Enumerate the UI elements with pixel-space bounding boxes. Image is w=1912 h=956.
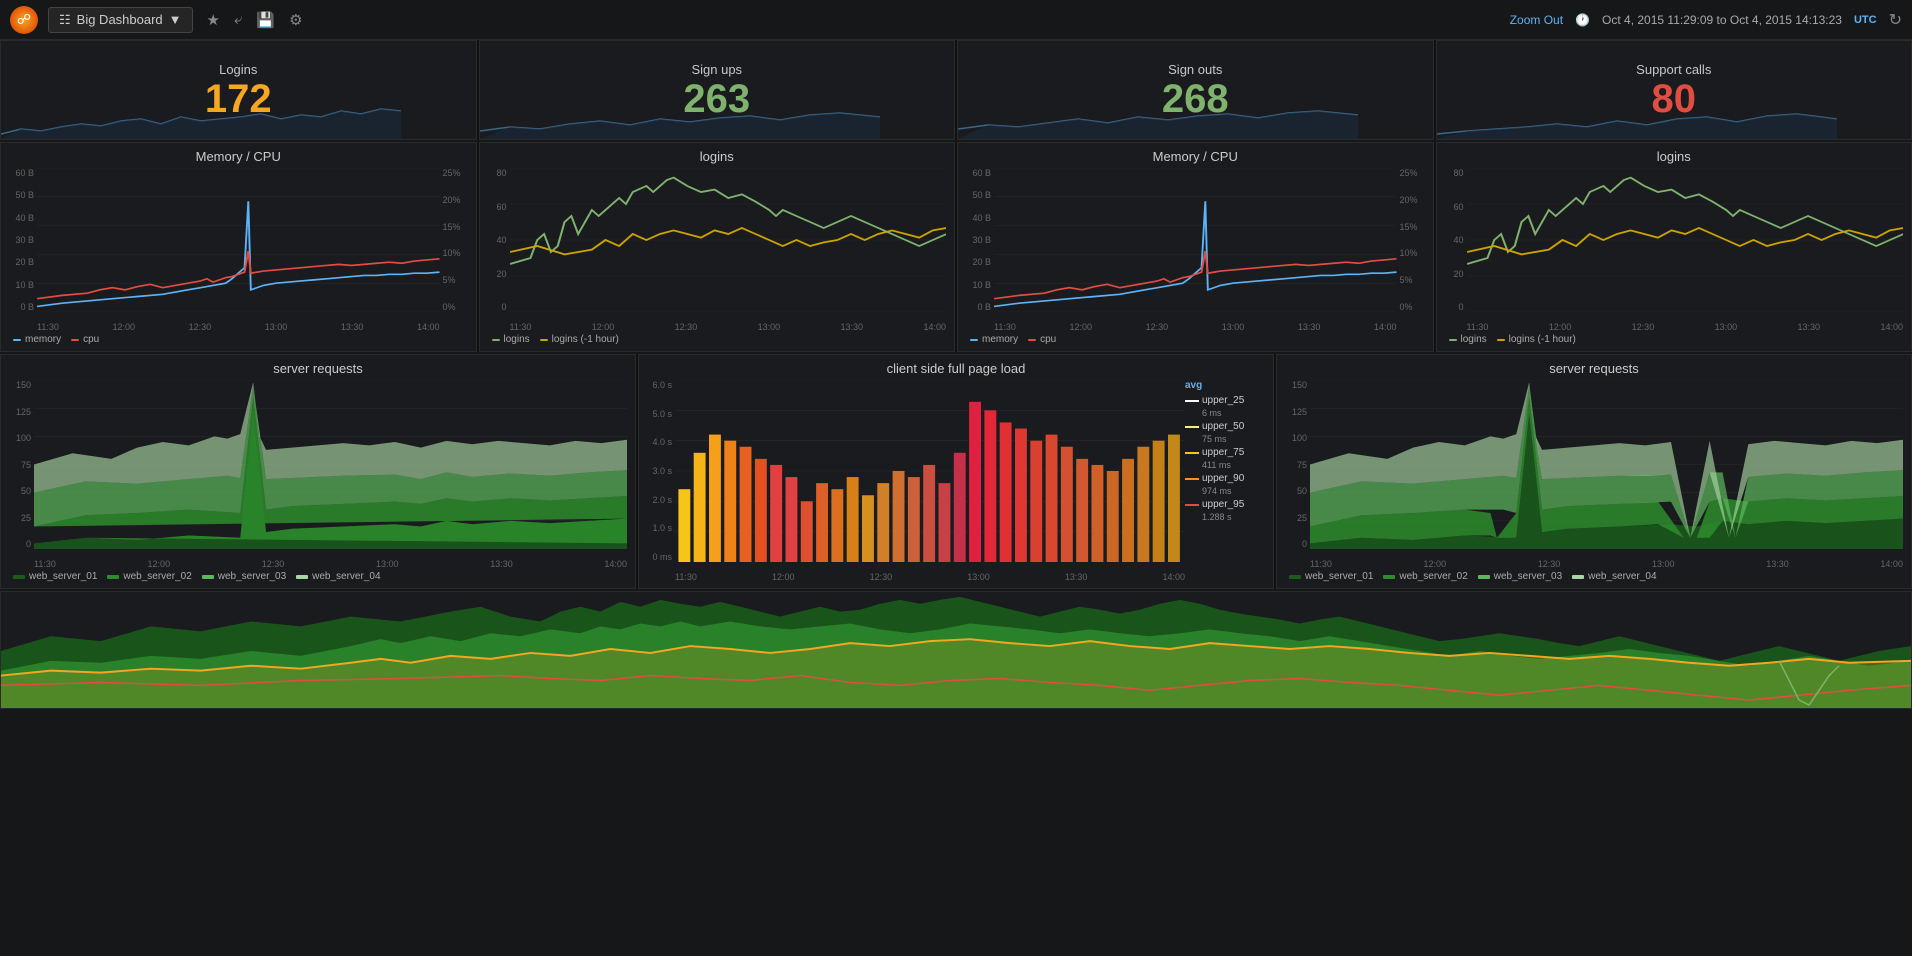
stat-support-label: Support calls bbox=[1636, 62, 1711, 77]
logins-area-left: 806040200 11:3012:0012:3013:0013:3014:00 bbox=[488, 168, 947, 332]
stat-logins-value: 172 bbox=[205, 79, 272, 119]
server-requests-left-legend: web_server_01 web_server_02 web_server_0… bbox=[9, 569, 627, 582]
zoom-out-button[interactable]: Zoom Out bbox=[1510, 13, 1563, 27]
bottom-row: server requests 1501251007550250 bbox=[0, 354, 1912, 589]
memory-cpu-legend-right: memory cpu bbox=[966, 332, 1425, 345]
wide-bottom-chart bbox=[0, 591, 1912, 709]
settings-icon[interactable]: ⚙ bbox=[289, 11, 302, 29]
memory-cpu-chart-right: Memory / CPU 60 B50 B40 B30 B20 B10 B0 B… bbox=[957, 142, 1434, 352]
client-page-load-title: client side full page load bbox=[647, 361, 1265, 376]
star-icon[interactable]: ★ bbox=[207, 11, 220, 29]
dashboard-selector[interactable]: ☷ Big Dashboard ▼ bbox=[48, 7, 193, 33]
server-requests-right-legend: web_server_01 web_server_02 web_server_0… bbox=[1285, 569, 1903, 582]
stat-signouts-label: Sign outs bbox=[1168, 62, 1222, 77]
stat-signups: Sign ups 263 bbox=[479, 40, 956, 140]
stat-logins: Logins 172 bbox=[0, 40, 477, 140]
logins-area-right: 806040200 11:3012:0012:3013:0013:3014:00 bbox=[1445, 168, 1904, 332]
share-icon[interactable]: ⤶ bbox=[234, 11, 242, 28]
utc-badge: UTC bbox=[1854, 14, 1877, 26]
server-requests-left-title: server requests bbox=[9, 361, 627, 376]
logins-title-left: logins bbox=[488, 149, 947, 164]
stat-support: Support calls 80 bbox=[1436, 40, 1912, 140]
memory-cpu-title-right: Memory / CPU bbox=[966, 149, 1425, 164]
clock-icon: 🕐 bbox=[1575, 13, 1590, 27]
time-range: Oct 4, 2015 11:29:09 to Oct 4, 2015 14:1… bbox=[1602, 13, 1842, 27]
client-page-load-area: 6.0 s5.0 s4.0 s3.0 s2.0 s1.0 s0 ms bbox=[647, 380, 1265, 582]
stat-signouts: Sign outs 268 bbox=[957, 40, 1434, 140]
logins-title-right: logins bbox=[1445, 149, 1904, 164]
stat-support-value: 80 bbox=[1652, 79, 1697, 119]
stat-row: Logins 172 Sign ups 263 Sign outs 268 Su… bbox=[0, 40, 1912, 140]
stat-signouts-value: 268 bbox=[1162, 79, 1229, 119]
memory-cpu-area-left: 60 B50 B40 B30 B20 B10 B0 B 25%20%15%10%… bbox=[9, 168, 468, 332]
dashboard-label: Big Dashboard bbox=[77, 12, 163, 27]
logins-legend-left: logins logins (-1 hour) bbox=[488, 332, 947, 345]
logins-legend-right: logins logins (-1 hour) bbox=[1445, 332, 1904, 345]
server-requests-right-area: 1501251007550250 11:3012:0012:3013:0013:… bbox=[1285, 380, 1903, 569]
memory-cpu-title-left: Memory / CPU bbox=[9, 149, 468, 164]
chevron-down-icon: ▼ bbox=[169, 12, 182, 27]
grid-icon: ☷ bbox=[59, 12, 71, 28]
server-requests-left: server requests 1501251007550250 bbox=[0, 354, 636, 589]
logins-chart-right: logins 806040200 11:3012:0012:3013:0013:… bbox=[1436, 142, 1912, 352]
server-requests-right: server requests 1501251007550250 11:3012… bbox=[1276, 354, 1912, 589]
memory-cpu-area-right: 60 B50 B40 B30 B20 B10 B0 B 25%20%15%10%… bbox=[966, 168, 1425, 332]
refresh-icon[interactable]: ↻ bbox=[1889, 10, 1902, 30]
stat-signups-label: Sign ups bbox=[691, 62, 742, 77]
charts-grid: Memory / CPU 60 B50 B40 B30 B20 B10 B0 B… bbox=[0, 142, 1912, 352]
memory-cpu-chart-left: Memory / CPU 60 B50 B40 B30 B20 B10 B0 B… bbox=[0, 142, 477, 352]
save-icon[interactable]: 💾 bbox=[256, 11, 275, 29]
server-requests-right-title: server requests bbox=[1285, 361, 1903, 376]
header: ☍ ☷ Big Dashboard ▼ ★ ⤶ 💾 ⚙ Zoom Out 🕐 O… bbox=[0, 0, 1912, 40]
header-toolbar: ★ ⤶ 💾 ⚙ bbox=[207, 11, 303, 29]
stat-logins-label: Logins bbox=[219, 62, 257, 77]
app-logo[interactable]: ☍ bbox=[10, 6, 38, 34]
client-page-load-chart: client side full page load 6.0 s5.0 s4.0… bbox=[638, 354, 1274, 589]
logins-chart-left: logins 806040200 11:3012:0012:3013:0013:… bbox=[479, 142, 956, 352]
server-requests-left-area: 1501251007550250 11:3012:0012 bbox=[9, 380, 627, 569]
memory-cpu-legend-left: memory cpu bbox=[9, 332, 468, 345]
stat-signups-value: 263 bbox=[683, 79, 750, 119]
header-right: Zoom Out 🕐 Oct 4, 2015 11:29:09 to Oct 4… bbox=[1510, 10, 1902, 30]
